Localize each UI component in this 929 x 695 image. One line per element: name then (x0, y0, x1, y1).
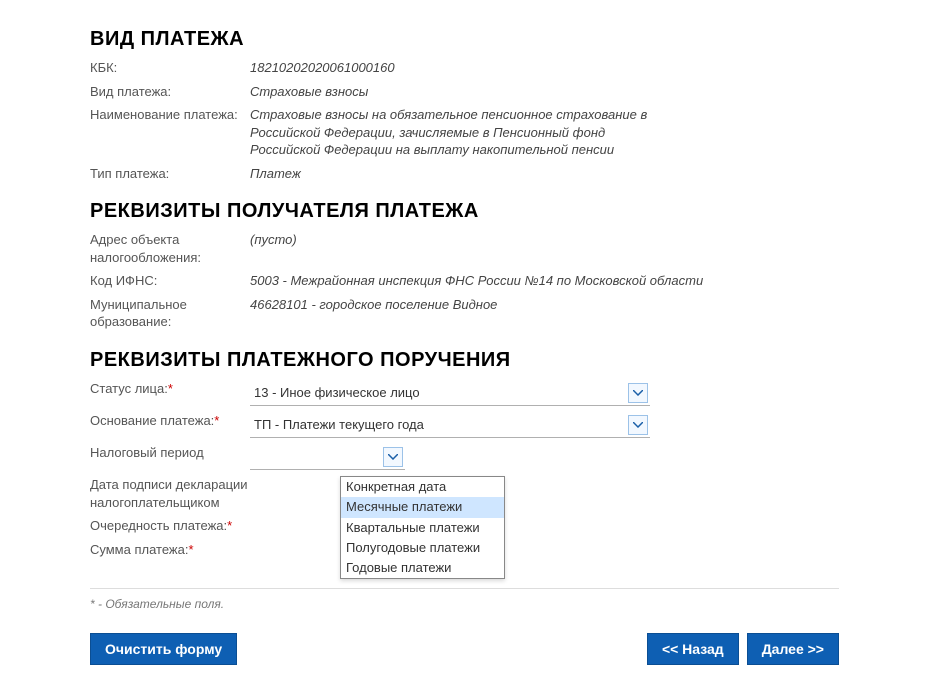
section-title-recipient: РЕКВИЗИТЫ ПОЛУЧАТЕЛЯ ПЛАТЕЖА (90, 200, 839, 223)
clear-button[interactable]: Очистить форму (90, 633, 237, 665)
section-title-order: РЕКВИЗИТЫ ПЛАТЕЖНОГО ПОРУЧЕНИЯ (90, 349, 839, 372)
payment-name-value: Страховые взносы на обязательное пенсион… (250, 106, 650, 159)
chevron-down-icon (628, 383, 648, 403)
chevron-down-icon (628, 415, 648, 435)
period-option[interactable]: Конкретная дата (341, 477, 504, 497)
section-recipient: РЕКВИЗИТЫ ПОЛУЧАТЕЛЯ ПЛАТЕЖА Адрес объек… (90, 200, 839, 331)
status-select-value: 13 - Иное физическое лицо (254, 385, 420, 400)
next-button[interactable]: Далее >> (747, 633, 839, 665)
period-option[interactable]: Квартальные платежи (341, 518, 504, 538)
required-footnote: * - Обязательные поля. (90, 588, 839, 611)
period-dropdown[interactable]: Конкретная дата Месячные платежи Квартал… (340, 476, 505, 579)
ifns-label: Код ИФНС: (90, 272, 250, 290)
section-title-payment-type: ВИД ПЛАТЕЖА (90, 28, 839, 51)
amount-label: Сумма платежа:* (90, 541, 250, 559)
ifns-value: 5003 - Межрайонная инспекция ФНС России … (250, 272, 839, 290)
back-button[interactable]: << Назад (647, 633, 739, 665)
payment-name-label: Наименование платежа: (90, 106, 250, 124)
mun-label: Муниципальное образование: (90, 296, 250, 331)
priority-label: Очередность платежа:* (90, 517, 250, 535)
signdate-label: Дата подписи декларации налогоплательщик… (90, 476, 250, 511)
status-label: Статус лица:* (90, 380, 250, 398)
tip-label: Тип платежа: (90, 165, 250, 183)
payment-type-label: Вид платежа: (90, 83, 250, 101)
basis-select[interactable]: ТП - Платежи текущего года (250, 412, 650, 438)
button-bar: Очистить форму << Назад Далее >> (90, 633, 839, 665)
period-option[interactable]: Месячные платежи (341, 497, 504, 517)
kbk-value: 18210202020061000160 (250, 59, 839, 77)
basis-label: Основание платежа:* (90, 412, 250, 430)
basis-select-value: ТП - Платежи текущего года (254, 417, 424, 432)
period-select[interactable] (250, 444, 405, 470)
period-label: Налоговый период (90, 444, 250, 462)
status-select[interactable]: 13 - Иное физическое лицо (250, 380, 650, 406)
kbk-label: КБК: (90, 59, 250, 77)
addr-value: (пусто) (250, 231, 839, 249)
tip-value: Платеж (250, 165, 839, 183)
payment-type-value: Страховые взносы (250, 83, 839, 101)
chevron-down-icon (383, 447, 403, 467)
period-option[interactable]: Полугодовые платежи (341, 538, 504, 558)
section-payment-type: ВИД ПЛАТЕЖА КБК: 18210202020061000160 Ви… (90, 28, 839, 182)
period-option[interactable]: Годовые платежи (341, 558, 504, 578)
addr-label: Адрес объекта налогообложения: (90, 231, 250, 266)
section-order: РЕКВИЗИТЫ ПЛАТЕЖНОГО ПОРУЧЕНИЯ Статус ли… (90, 349, 839, 558)
mun-value: 46628101 - городское поселение Видное (250, 296, 839, 314)
